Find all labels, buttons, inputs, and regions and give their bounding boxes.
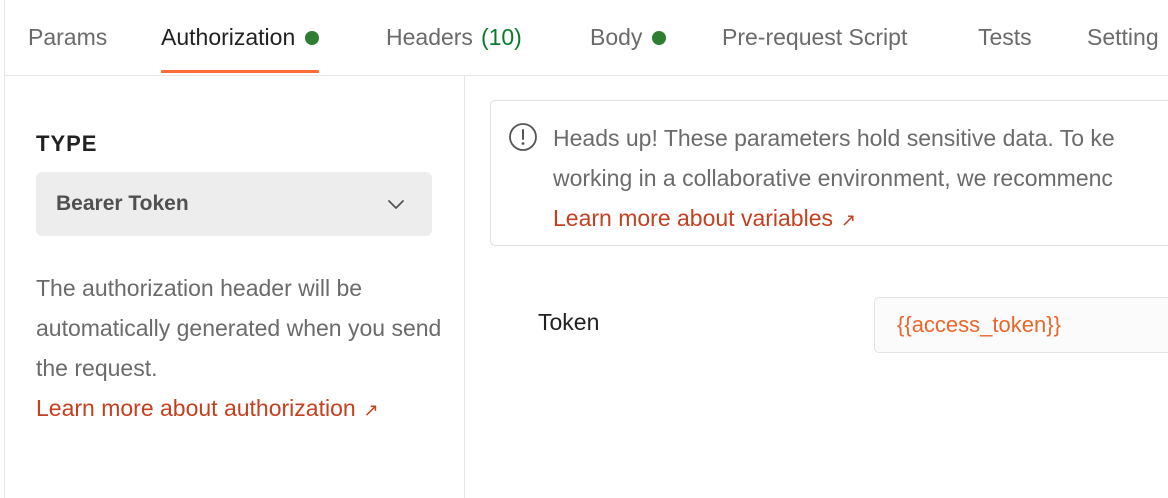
status-dot-icon — [305, 30, 320, 45]
link-label: Learn more about variables — [553, 205, 833, 231]
auth-config-panel: Heads up! These parameters hold sensitiv… — [466, 76, 1168, 498]
tab-body[interactable]: Body — [590, 0, 667, 75]
auth-description: The authorization header will be automat… — [36, 268, 446, 430]
chevron-down-icon — [388, 200, 404, 209]
tab-label: Params — [28, 24, 108, 50]
headers-count-badge: (10) — [480, 24, 522, 50]
tab-label: Setting — [1087, 24, 1159, 50]
tab-authorization[interactable]: Authorization — [161, 0, 320, 75]
auth-type-heading: TYPE — [36, 131, 98, 156]
learn-more-authorization-link[interactable]: Learn more about authorization ↗ — [36, 395, 379, 421]
tab-settings[interactable]: Setting — [1087, 0, 1159, 75]
tab-pre-request-script[interactable]: Pre-request Script — [722, 0, 907, 75]
learn-more-variables-link[interactable]: Learn more about variables ↗ — [553, 205, 856, 231]
tab-headers[interactable]: Headers (10) — [386, 0, 522, 75]
auth-type-panel: TYPE Bearer Token The authorization head… — [5, 76, 465, 498]
auth-type-select[interactable]: Bearer Token — [36, 172, 432, 236]
info-icon — [509, 123, 537, 151]
link-label: Learn more about authorization — [36, 395, 356, 421]
auth-type-selected-value: Bearer Token — [56, 192, 189, 215]
tab-label: Body — [590, 24, 643, 50]
tab-label: Authorization — [161, 24, 296, 50]
request-editor: Params Authorization Headers (10) Body P… — [0, 0, 1168, 498]
tab-tests[interactable]: Tests — [978, 0, 1032, 75]
tab-label: Tests — [978, 24, 1032, 50]
request-tabs: Params Authorization Headers (10) Body P… — [5, 0, 1168, 76]
sensitive-data-notice: Heads up! These parameters hold sensitiv… — [490, 100, 1168, 246]
token-value: {{access_token}} — [897, 312, 1061, 337]
notice-line-2: working in a collaborative environment, … — [553, 165, 1113, 191]
tab-label: Headers — [386, 24, 473, 50]
token-label: Token — [538, 309, 600, 335]
auth-description-text: The authorization header will be automat… — [36, 275, 442, 381]
arrow-up-right-icon: ↗ — [363, 400, 379, 420]
arrow-up-right-icon: ↗ — [841, 210, 857, 230]
notice-text: Heads up! These parameters hold sensitiv… — [553, 118, 1168, 240]
token-input[interactable]: {{access_token}} — [874, 297, 1168, 353]
status-dot-icon — [652, 30, 667, 45]
notice-line-1: Heads up! These parameters hold sensitiv… — [553, 125, 1115, 151]
tab-label: Pre-request Script — [722, 24, 908, 50]
tab-params[interactable]: Params — [28, 0, 107, 75]
active-tab-underline — [161, 70, 320, 73]
